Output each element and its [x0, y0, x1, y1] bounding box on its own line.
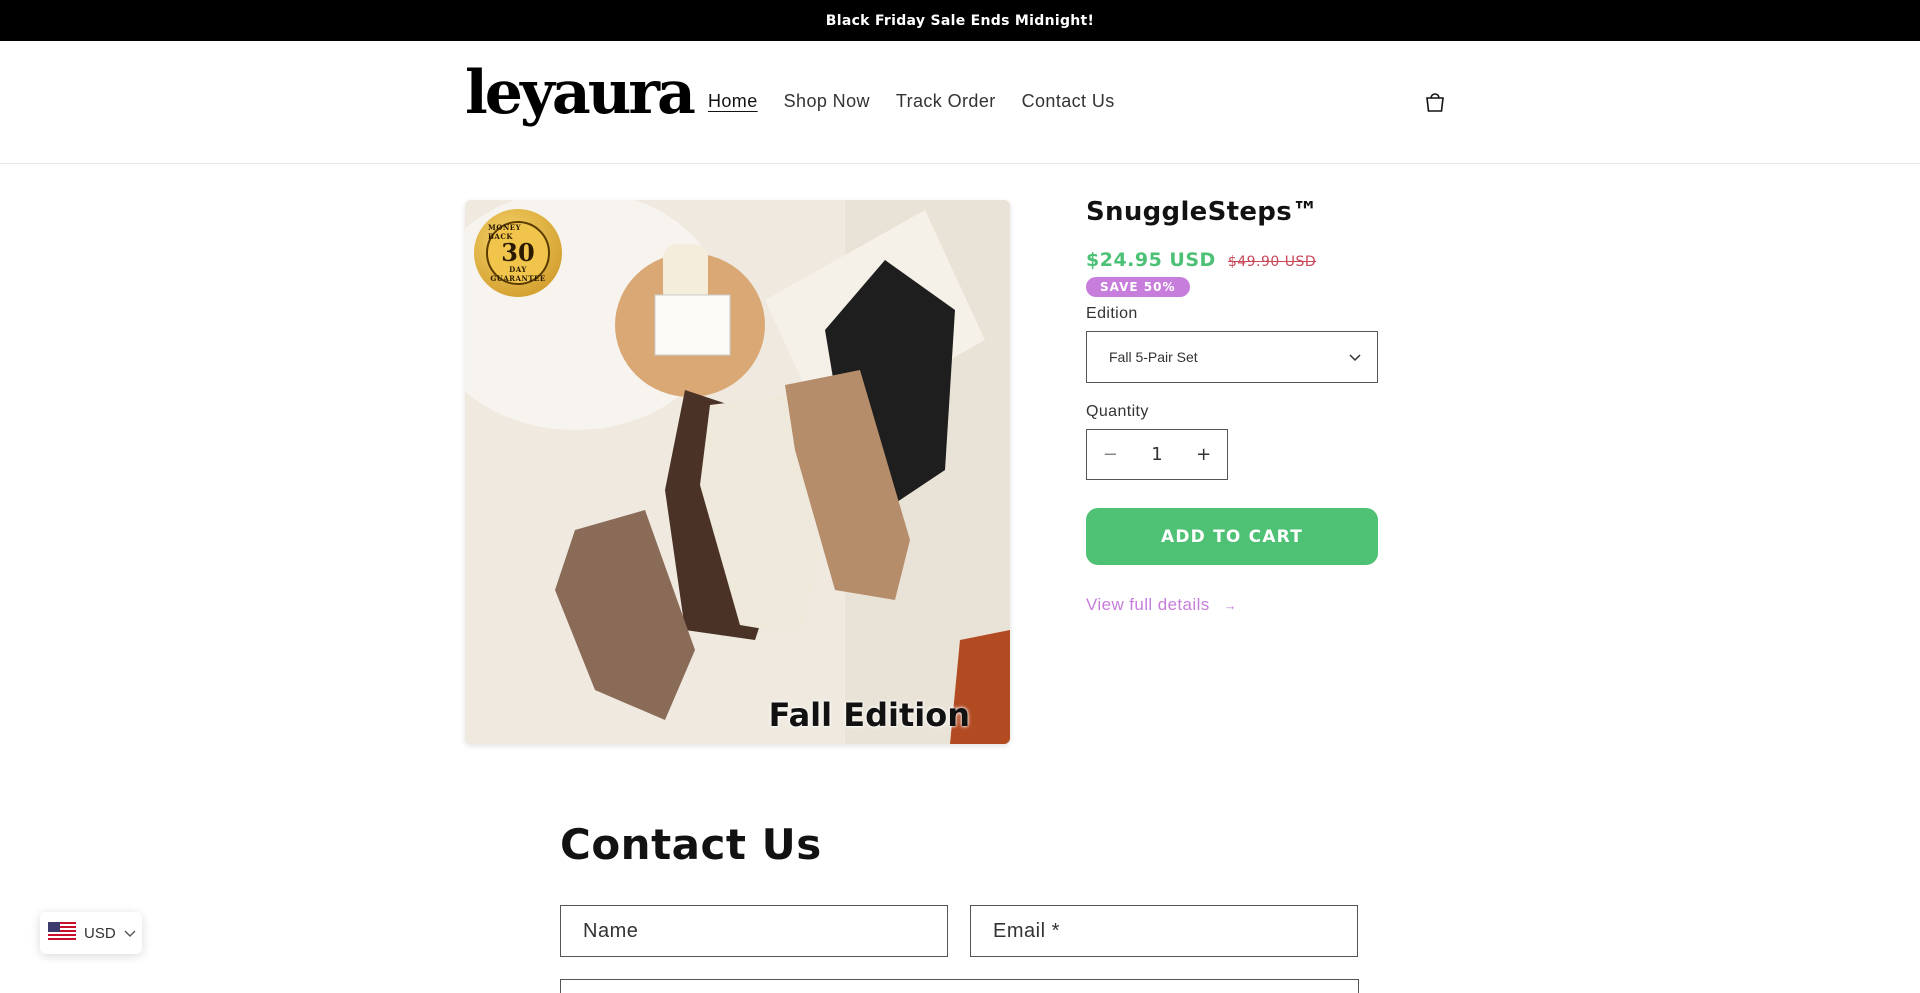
view-full-details-link[interactable]: View full details →: [1086, 595, 1378, 615]
logo[interactable]: leyaura: [465, 63, 696, 123]
cart-icon[interactable]: [1422, 89, 1448, 115]
currency-code: USD: [84, 924, 116, 942]
email-placeholder: Email *: [993, 919, 1060, 942]
us-flag-icon: [48, 922, 76, 944]
arrow-right-icon: →: [1223, 597, 1238, 613]
edition-value: Fall 5-Pair Set: [1109, 349, 1198, 365]
edition-label: Edition: [1086, 305, 1138, 322]
product-title: SnuggleSteps™: [1086, 197, 1319, 227]
chevron-down-icon: [124, 925, 136, 942]
add-to-cart-button[interactable]: ADD TO CART: [1086, 508, 1378, 565]
name-field[interactable]: Name: [560, 905, 948, 957]
quantity-input[interactable]: 1: [1134, 444, 1181, 465]
image-caption: Fall Edition: [768, 696, 970, 734]
announcement-text: Black Friday Sale Ends Midnight!: [825, 12, 1095, 29]
product-info: SnuggleSteps™ $24.95 USD $49.90 USD SAVE…: [1086, 197, 1378, 615]
decrease-quantity-button[interactable]: −: [1087, 444, 1134, 465]
badge-number: 30: [501, 238, 535, 267]
money-back-badge: MONEY BACK 30 DAY GUARANTEE: [474, 209, 562, 297]
save-badge: SAVE 50%: [1086, 277, 1190, 297]
sale-price: $24.95 USD: [1086, 249, 1216, 271]
currency-selector[interactable]: USD: [40, 912, 142, 954]
main-nav: Home Shop Now Track Order Contact Us: [708, 91, 1115, 112]
badge-bottom-text: GUARANTEE: [490, 274, 546, 283]
email-field[interactable]: Email *: [970, 905, 1358, 957]
nav-track-order[interactable]: Track Order: [896, 91, 996, 112]
edition-select[interactable]: Fall 5-Pair Set: [1086, 331, 1378, 383]
product-image[interactable]: MONEY BACK 30 DAY GUARANTEE Fall Edition: [465, 200, 1010, 744]
nav-home[interactable]: Home: [708, 91, 758, 112]
message-field[interactable]: [560, 979, 1359, 993]
quantity-stepper: − 1 +: [1086, 429, 1228, 480]
increase-quantity-button[interactable]: +: [1180, 444, 1227, 465]
name-placeholder: Name: [583, 919, 639, 942]
nav-contact-us[interactable]: Contact Us: [1022, 91, 1115, 112]
price-row: $24.95 USD $49.90 USD: [1086, 249, 1378, 271]
compare-price: $49.90 USD: [1227, 254, 1317, 270]
announcement-bar: Black Friday Sale Ends Midnight!: [0, 0, 1920, 41]
nav-shop-now[interactable]: Shop Now: [784, 91, 870, 112]
site-header: leyaura Home Shop Now Track Order Contac…: [0, 41, 1920, 164]
view-full-details-label: View full details: [1086, 595, 1210, 614]
chevron-down-icon: [1349, 349, 1361, 365]
badge-day-text: DAY: [509, 265, 527, 274]
quantity-label: Quantity: [1086, 403, 1149, 420]
contact-heading: Contact Us: [560, 820, 822, 869]
